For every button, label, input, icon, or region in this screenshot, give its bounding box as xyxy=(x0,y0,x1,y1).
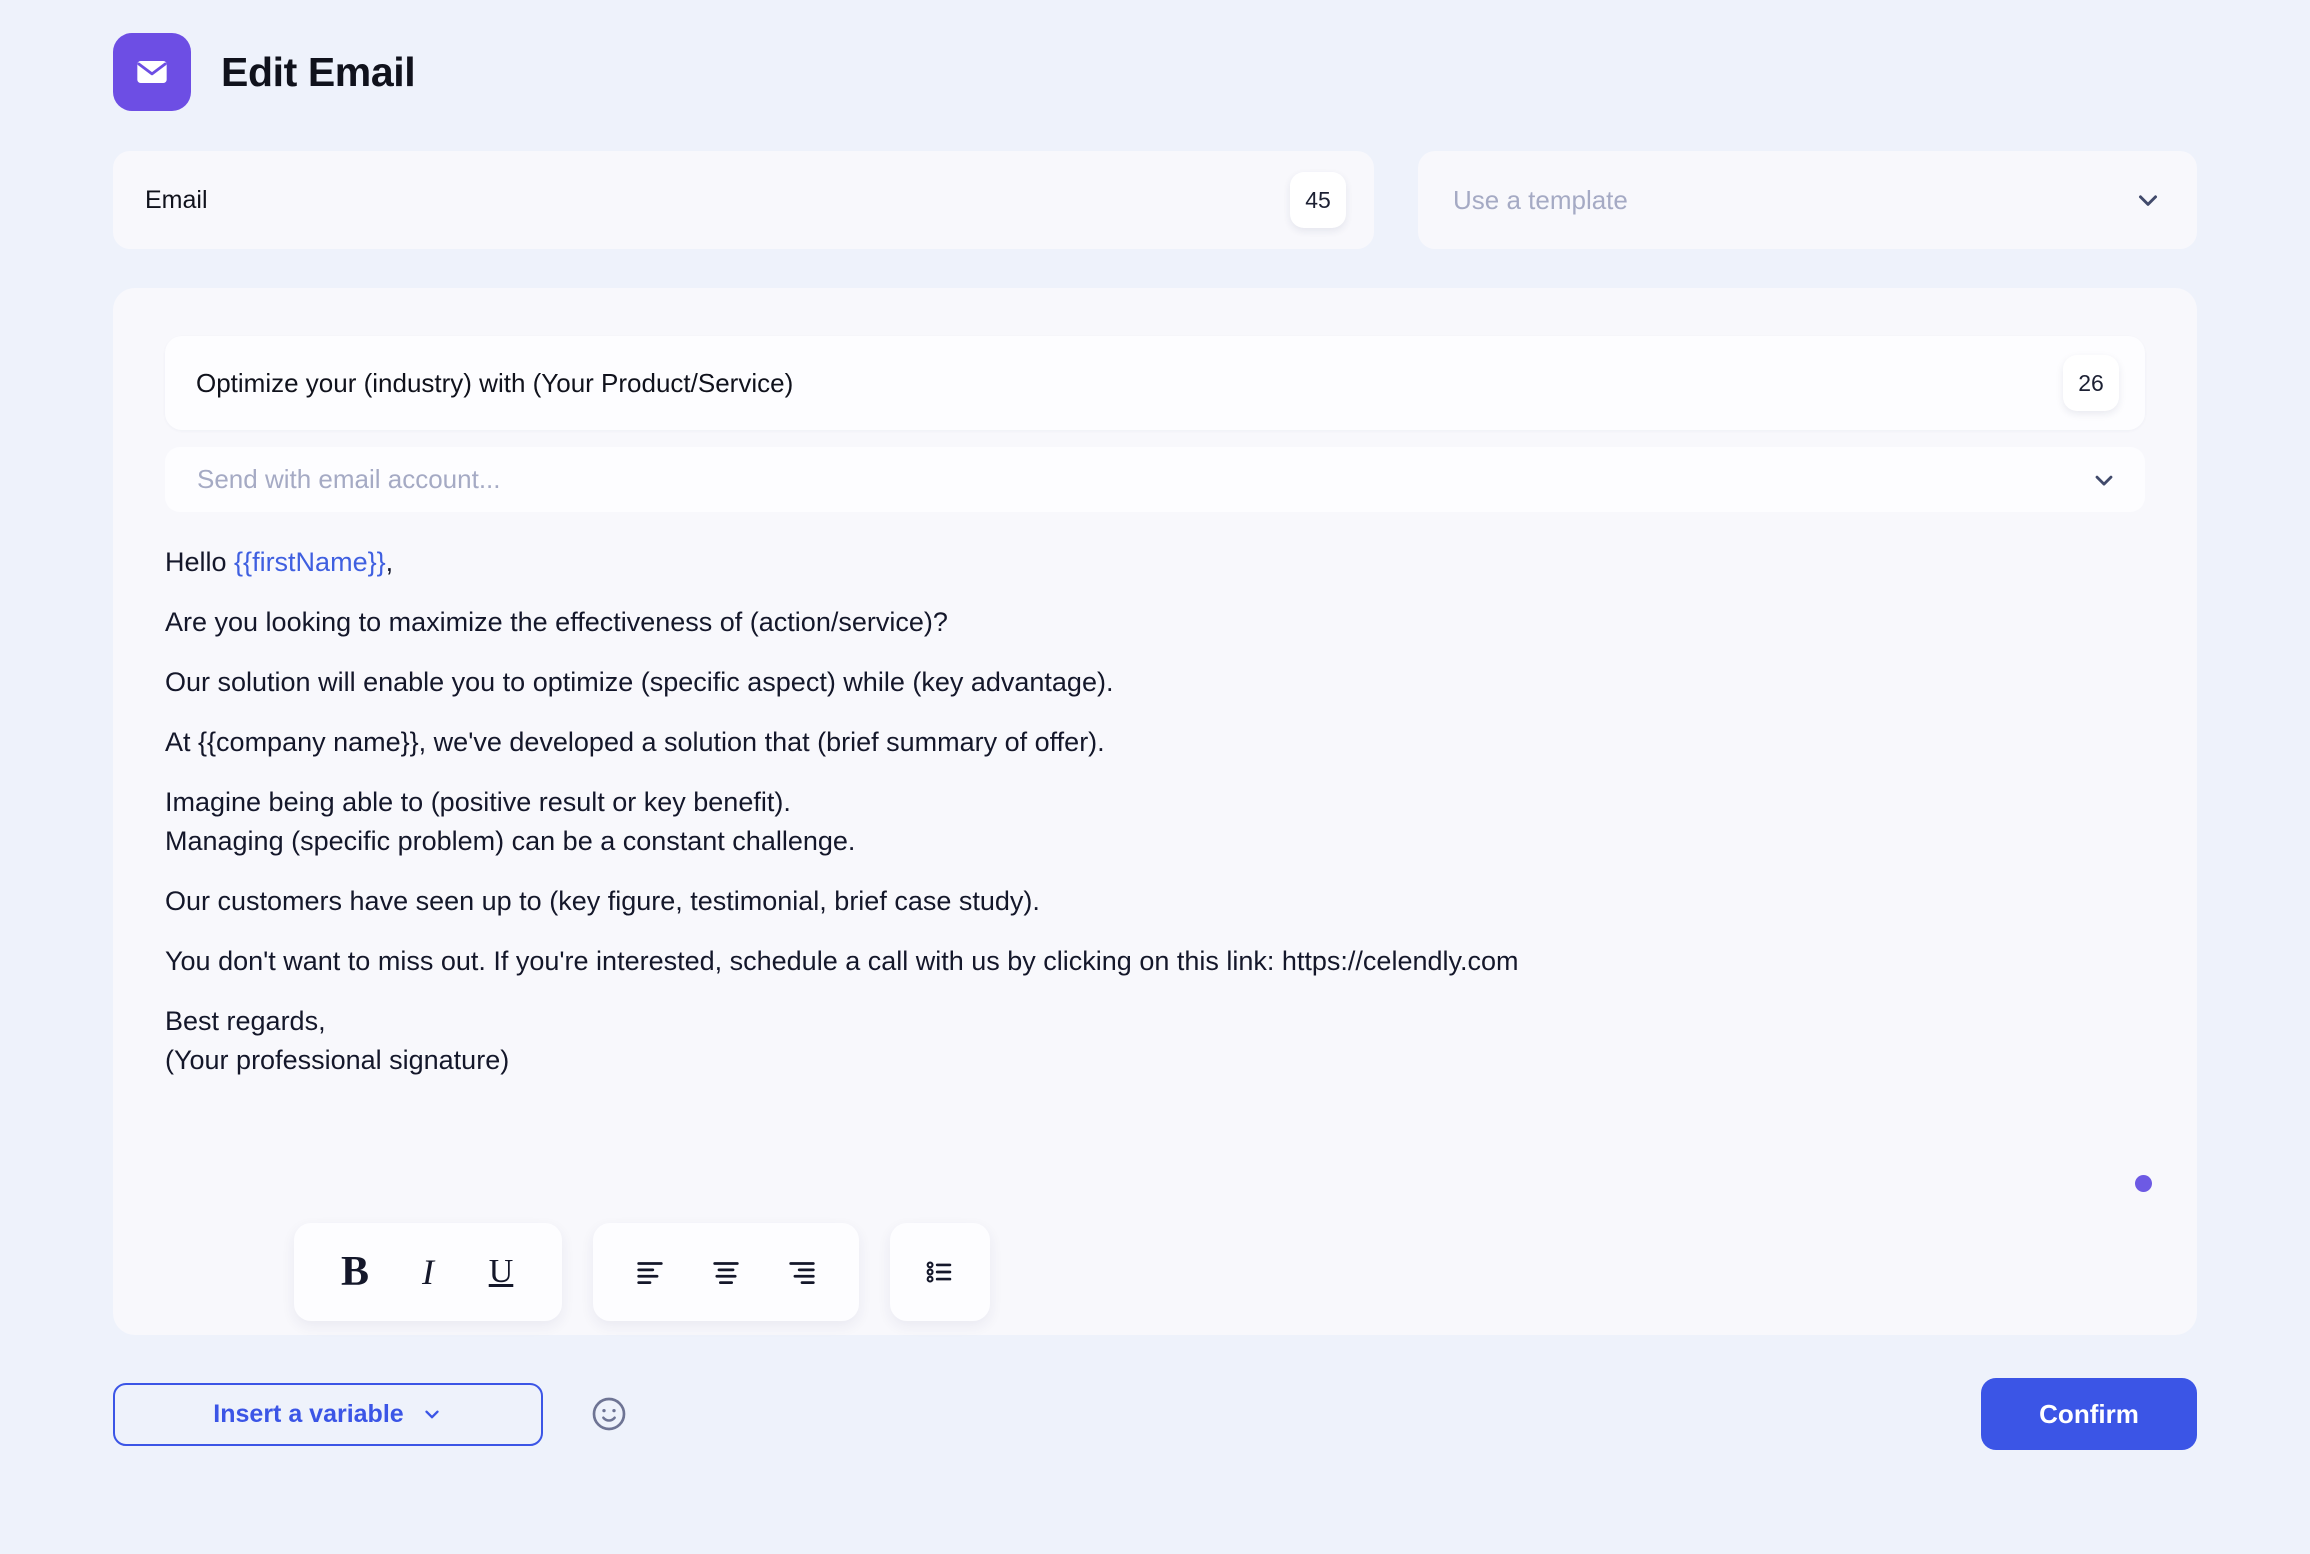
format-toolbar: B I U xyxy=(294,1223,990,1321)
page-header: Edit Email xyxy=(0,0,2310,111)
envelope-icon xyxy=(113,33,191,111)
subject-count-badge: 26 xyxy=(2063,355,2119,411)
email-body-editor[interactable]: Hello {{firstName}}, Are you looking to … xyxy=(165,549,2145,1074)
top-field-row: Email 45 Use a template xyxy=(0,111,2310,249)
insert-variable-label: Insert a variable xyxy=(213,1399,404,1428)
italic-icon[interactable]: I xyxy=(392,1223,464,1321)
body-paragraph-6: Our customers have seen up to (key figur… xyxy=(165,886,1040,916)
insert-variable-button[interactable]: Insert a variable xyxy=(113,1382,543,1446)
text-style-group: B I U xyxy=(294,1223,562,1321)
list-group xyxy=(890,1223,990,1321)
bold-icon[interactable]: B xyxy=(319,1223,391,1321)
chevron-down-icon xyxy=(2090,466,2118,494)
first-name-variable-token: {{firstName}} xyxy=(234,547,386,577)
resize-dot[interactable] xyxy=(2135,1175,2152,1192)
chevron-down-icon xyxy=(2133,185,2163,215)
greeting-suffix: , xyxy=(385,547,394,577)
underline-icon[interactable]: U xyxy=(465,1223,537,1321)
align-center-icon[interactable] xyxy=(690,1223,762,1321)
email-name-count-badge: 45 xyxy=(1290,172,1346,228)
body-paragraph-4: At {{company name}}, we've developed a s… xyxy=(165,727,1105,757)
smiley-face-icon[interactable] xyxy=(586,1391,632,1437)
subject-input[interactable]: Optimize your (industry) with (Your Prod… xyxy=(165,336,2145,430)
template-select[interactable]: Use a template xyxy=(1418,151,2197,249)
chevron-down-icon xyxy=(421,1403,443,1425)
email-name-value: Email xyxy=(145,185,208,214)
email-account-placeholder: Send with email account... xyxy=(197,464,501,494)
body-paragraph-7: You don't want to miss out. If you're in… xyxy=(165,946,1519,976)
bullet-list-icon[interactable] xyxy=(904,1223,976,1321)
body-paragraph-3: Our solution will enable you to optimize… xyxy=(165,667,1114,697)
body-signature-line-2: (Your professional signature) xyxy=(165,1045,510,1075)
body-signature-line-1: Best regards, xyxy=(165,1006,326,1036)
body-paragraph-5-line-1: Imagine being able to (positive result o… xyxy=(165,787,791,817)
body-paragraph-2: Are you looking to maximize the effectiv… xyxy=(165,607,948,637)
greeting-prefix: Hello xyxy=(165,547,235,577)
email-name-input[interactable]: Email 45 xyxy=(113,151,1374,249)
body-paragraph-greeting: Hello {{firstName}}, xyxy=(165,549,2145,576)
align-right-icon[interactable] xyxy=(766,1223,838,1321)
align-left-icon[interactable] xyxy=(614,1223,686,1321)
alignment-group xyxy=(593,1223,859,1321)
subject-value: Optimize your (industry) with (Your Prod… xyxy=(196,367,794,398)
body-paragraph-5-line-2: Managing (specific problem) can be a con… xyxy=(165,826,856,856)
page-title: Edit Email xyxy=(221,48,416,95)
template-select-placeholder: Use a template xyxy=(1453,184,1628,215)
bottom-action-bar: Insert a variable Confirm xyxy=(0,1335,2310,1450)
email-editor-card: Optimize your (industry) with (Your Prod… xyxy=(113,288,2197,1335)
confirm-button[interactable]: Confirm xyxy=(1981,1378,2197,1450)
email-account-select[interactable]: Send with email account... xyxy=(165,447,2145,512)
